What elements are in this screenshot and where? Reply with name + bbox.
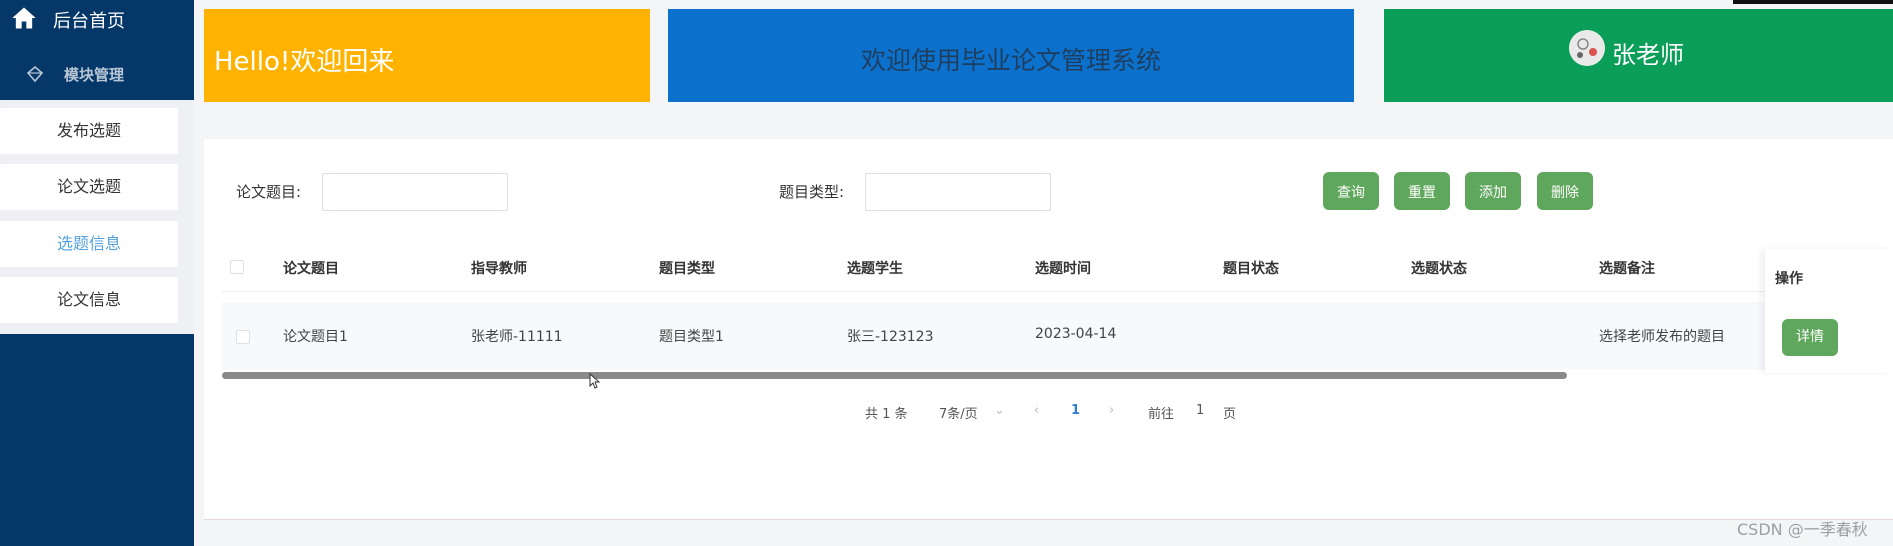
col-header-time[interactable]: 选题时间 — [1035, 258, 1091, 278]
operation-column: 操作 详情 — [1765, 249, 1893, 373]
avatar[interactable] — [1569, 30, 1605, 66]
cell-time: 2023-04-14 — [1035, 326, 1117, 342]
top-edge-bar — [1733, 0, 1893, 4]
col-header-type[interactable]: 题目类型 — [659, 258, 715, 278]
pagination-total: 共 1 条 — [865, 407, 908, 422]
welcome-text: Hello!欢迎回来 — [214, 47, 395, 77]
chevron-right-icon[interactable]: › — [1109, 403, 1114, 418]
diamond-icon — [26, 65, 44, 83]
sidebar-menu: 发布选题 论文选题 选题信息 论文信息 — [0, 100, 194, 334]
type-search-label: 题目类型: — [779, 183, 845, 201]
type-search-input[interactable] — [865, 173, 1051, 211]
row-checkbox[interactable] — [236, 330, 250, 344]
sidebar-home[interactable]: 后台首页 — [0, 0, 194, 37]
chevron-left-icon[interactable]: ‹ — [1034, 403, 1039, 418]
page-size-select[interactable]: 7条/页 — [939, 403, 978, 422]
bottom-divider — [204, 519, 1893, 520]
col-header-selection-status[interactable]: 选题状态 — [1411, 258, 1467, 278]
select-all-checkbox[interactable] — [230, 260, 244, 274]
home-icon — [12, 7, 36, 29]
delete-button[interactable]: 删除 — [1537, 172, 1593, 210]
user-name: 张老师 — [1612, 41, 1684, 69]
page-suffix: 页 — [1223, 407, 1237, 422]
table-header: 论文题目 指导教师 题目类型 选题学生 选题时间 题目状态 选题状态 选题备注 — [222, 241, 1893, 292]
title-search-label: 论文题目: — [236, 183, 302, 201]
mouse-cursor-icon — [589, 373, 601, 389]
sidebar-item-thesis-topic[interactable]: 论文选题 — [0, 164, 178, 210]
cell-type: 题目类型1 — [659, 329, 724, 345]
reset-button[interactable]: 重置 — [1394, 172, 1450, 210]
col-header-title[interactable]: 论文题目 — [283, 258, 339, 278]
col-header-topic-status[interactable]: 题目状态 — [1223, 258, 1279, 278]
cell-note: 选择老师发布的题目 — [1599, 329, 1725, 345]
page-number-current[interactable]: 1 — [1071, 403, 1080, 418]
user-banner: 张老师 — [1384, 9, 1893, 102]
content-panel: 论文题目: 题目类型: 查询 重置 添加 删除 论文题目 指导教师 题目类型 选… — [204, 139, 1893, 519]
avatar-icon — [1570, 31, 1604, 65]
sidebar: 后台首页 模块管理 发布选题 论文选题 选题信息 论文信息 — [0, 0, 194, 546]
col-header-operation: 操作 — [1775, 271, 1803, 287]
sidebar-module[interactable]: 模块管理 — [0, 54, 194, 94]
goto-page-input[interactable]: 1 — [1196, 403, 1204, 418]
watermark: CSDN @一季春秋 — [1737, 520, 1868, 539]
horizontal-scrollbar[interactable] — [222, 372, 1567, 379]
sidebar-item-thesis-info[interactable]: 论文信息 — [0, 277, 178, 323]
cell-teacher: 张老师-11111 — [471, 329, 563, 345]
sidebar-title: 后台首页 — [53, 11, 125, 32]
query-button[interactable]: 查询 — [1323, 172, 1379, 210]
welcome-banner: Hello!欢迎回来 — [204, 9, 650, 102]
add-button[interactable]: 添加 — [1465, 172, 1521, 210]
system-banner: 欢迎使用毕业论文管理系统 — [668, 9, 1354, 102]
sidebar-item-publish-topic[interactable]: 发布选题 — [0, 108, 178, 154]
table-row[interactable]: 论文题目1 张老师-11111 题目类型1 张三-123123 2023-04-… — [222, 302, 1893, 370]
title-search-input[interactable] — [322, 173, 508, 211]
col-header-student[interactable]: 选题学生 — [847, 258, 903, 278]
goto-label: 前往 — [1148, 407, 1175, 422]
cell-student: 张三-123123 — [847, 329, 934, 345]
sidebar-item-topic-info[interactable]: 选题信息 — [0, 221, 178, 267]
system-text: 欢迎使用毕业论文管理系统 — [860, 46, 1161, 75]
col-header-teacher[interactable]: 指导教师 — [471, 258, 527, 278]
col-header-note[interactable]: 选题备注 — [1599, 258, 1655, 278]
module-label: 模块管理 — [64, 66, 125, 84]
cell-title: 论文题目1 — [283, 329, 348, 345]
detail-button[interactable]: 详情 — [1782, 319, 1838, 356]
chevron-down-icon[interactable]: ⌄ — [994, 403, 1005, 418]
